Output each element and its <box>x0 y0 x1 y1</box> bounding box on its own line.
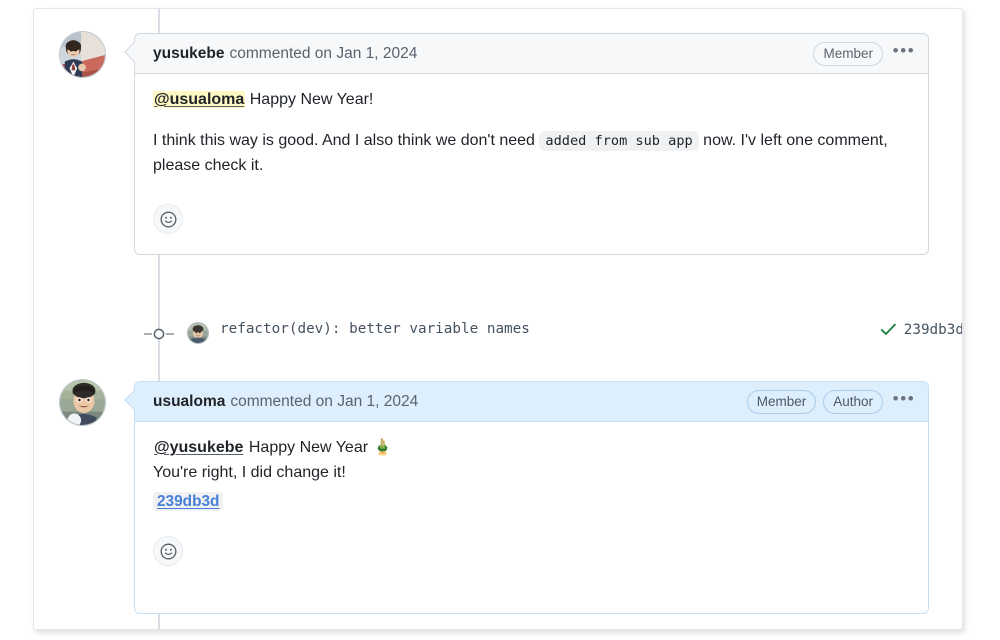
comment-actions-menu[interactable]: ••• <box>891 41 917 67</box>
comment-author[interactable]: usualoma <box>153 393 225 411</box>
commit-status-group: 239db3d <box>880 321 962 338</box>
status-badge-member: Member <box>813 41 883 66</box>
user-mention-link[interactable]: @usualoma <box>153 91 246 108</box>
comment-paragraph-greeting: @usualoma Happy New Year! <box>153 88 910 113</box>
comment-timestamp: commented on Jan 1, 2024 <box>230 392 419 410</box>
add-reaction-button[interactable] <box>153 204 183 235</box>
smiley-face-icon <box>160 211 176 228</box>
add-reaction-button[interactable] <box>153 536 183 567</box>
user-mention-link[interactable]: @yusukebe <box>153 439 244 456</box>
commit-sha-link[interactable]: 239db3d <box>153 491 224 511</box>
comment-box: yusukebe commented on Jan 1, 2024 Member… <box>124 33 929 255</box>
greeting-text: Happy New Year <box>244 439 373 456</box>
comment-body: @usualoma Happy New Year! I think this w… <box>135 74 928 178</box>
comment-header: yusukebe commented on Jan 1, 2024 Member… <box>135 34 928 74</box>
commit-timeline-event: refactor(dev): better variable names 239… <box>34 317 962 351</box>
comment-thread-usualoma: usualoma commented on Jan 1, 2024 Member… <box>34 357 962 617</box>
commit-sha[interactable]: 239db3d <box>904 322 962 338</box>
commit-author-avatar[interactable] <box>187 322 209 344</box>
greeting-text: Happy New Year! <box>245 91 374 108</box>
reaction-row <box>135 514 928 582</box>
comment-paragraph-sha: 239db3d <box>153 490 910 515</box>
comment-timestamp: commented on Jan 1, 2024 <box>229 44 418 62</box>
new-year-emoji: 🎍 <box>372 439 393 456</box>
comment-box: usualoma commented on Jan 1, 2024 Member… <box>124 381 929 614</box>
comment-actions-menu[interactable]: ••• <box>891 389 917 415</box>
avatar[interactable] <box>59 31 106 78</box>
comment-header: usualoma commented on Jan 1, 2024 Member… <box>135 382 928 422</box>
reaction-row <box>135 194 928 250</box>
comment-paragraph-main: I think this way is good. And I also thi… <box>153 129 910 179</box>
pull-request-conversation-panel: yusukebe commented on Jan 1, 2024 Member… <box>33 8 963 630</box>
commit-message[interactable]: refactor(dev): better variable names <box>220 321 530 337</box>
status-badge-author: Author <box>823 389 883 414</box>
comment-thread-yusukebe: yusukebe commented on Jan 1, 2024 Member… <box>34 9 962 279</box>
comment-author[interactable]: yusukebe <box>153 45 225 63</box>
comment-paragraph-line2: You're right, I did change it! <box>153 463 346 481</box>
check-icon <box>880 323 896 335</box>
comment-body: @yusukebe Happy New Year 🎍 You're right,… <box>135 422 928 514</box>
smiley-face-icon <box>160 543 176 560</box>
avatar[interactable] <box>59 379 106 426</box>
comment-paragraph-greeting: @yusukebe Happy New Year 🎍 <box>153 436 910 461</box>
status-badge-member: Member <box>746 389 817 414</box>
inline-code: added from sub app <box>539 130 699 151</box>
commit-node-icon <box>144 325 174 343</box>
paragraph-text-before-code: I think this way is good. And I also thi… <box>153 131 540 149</box>
